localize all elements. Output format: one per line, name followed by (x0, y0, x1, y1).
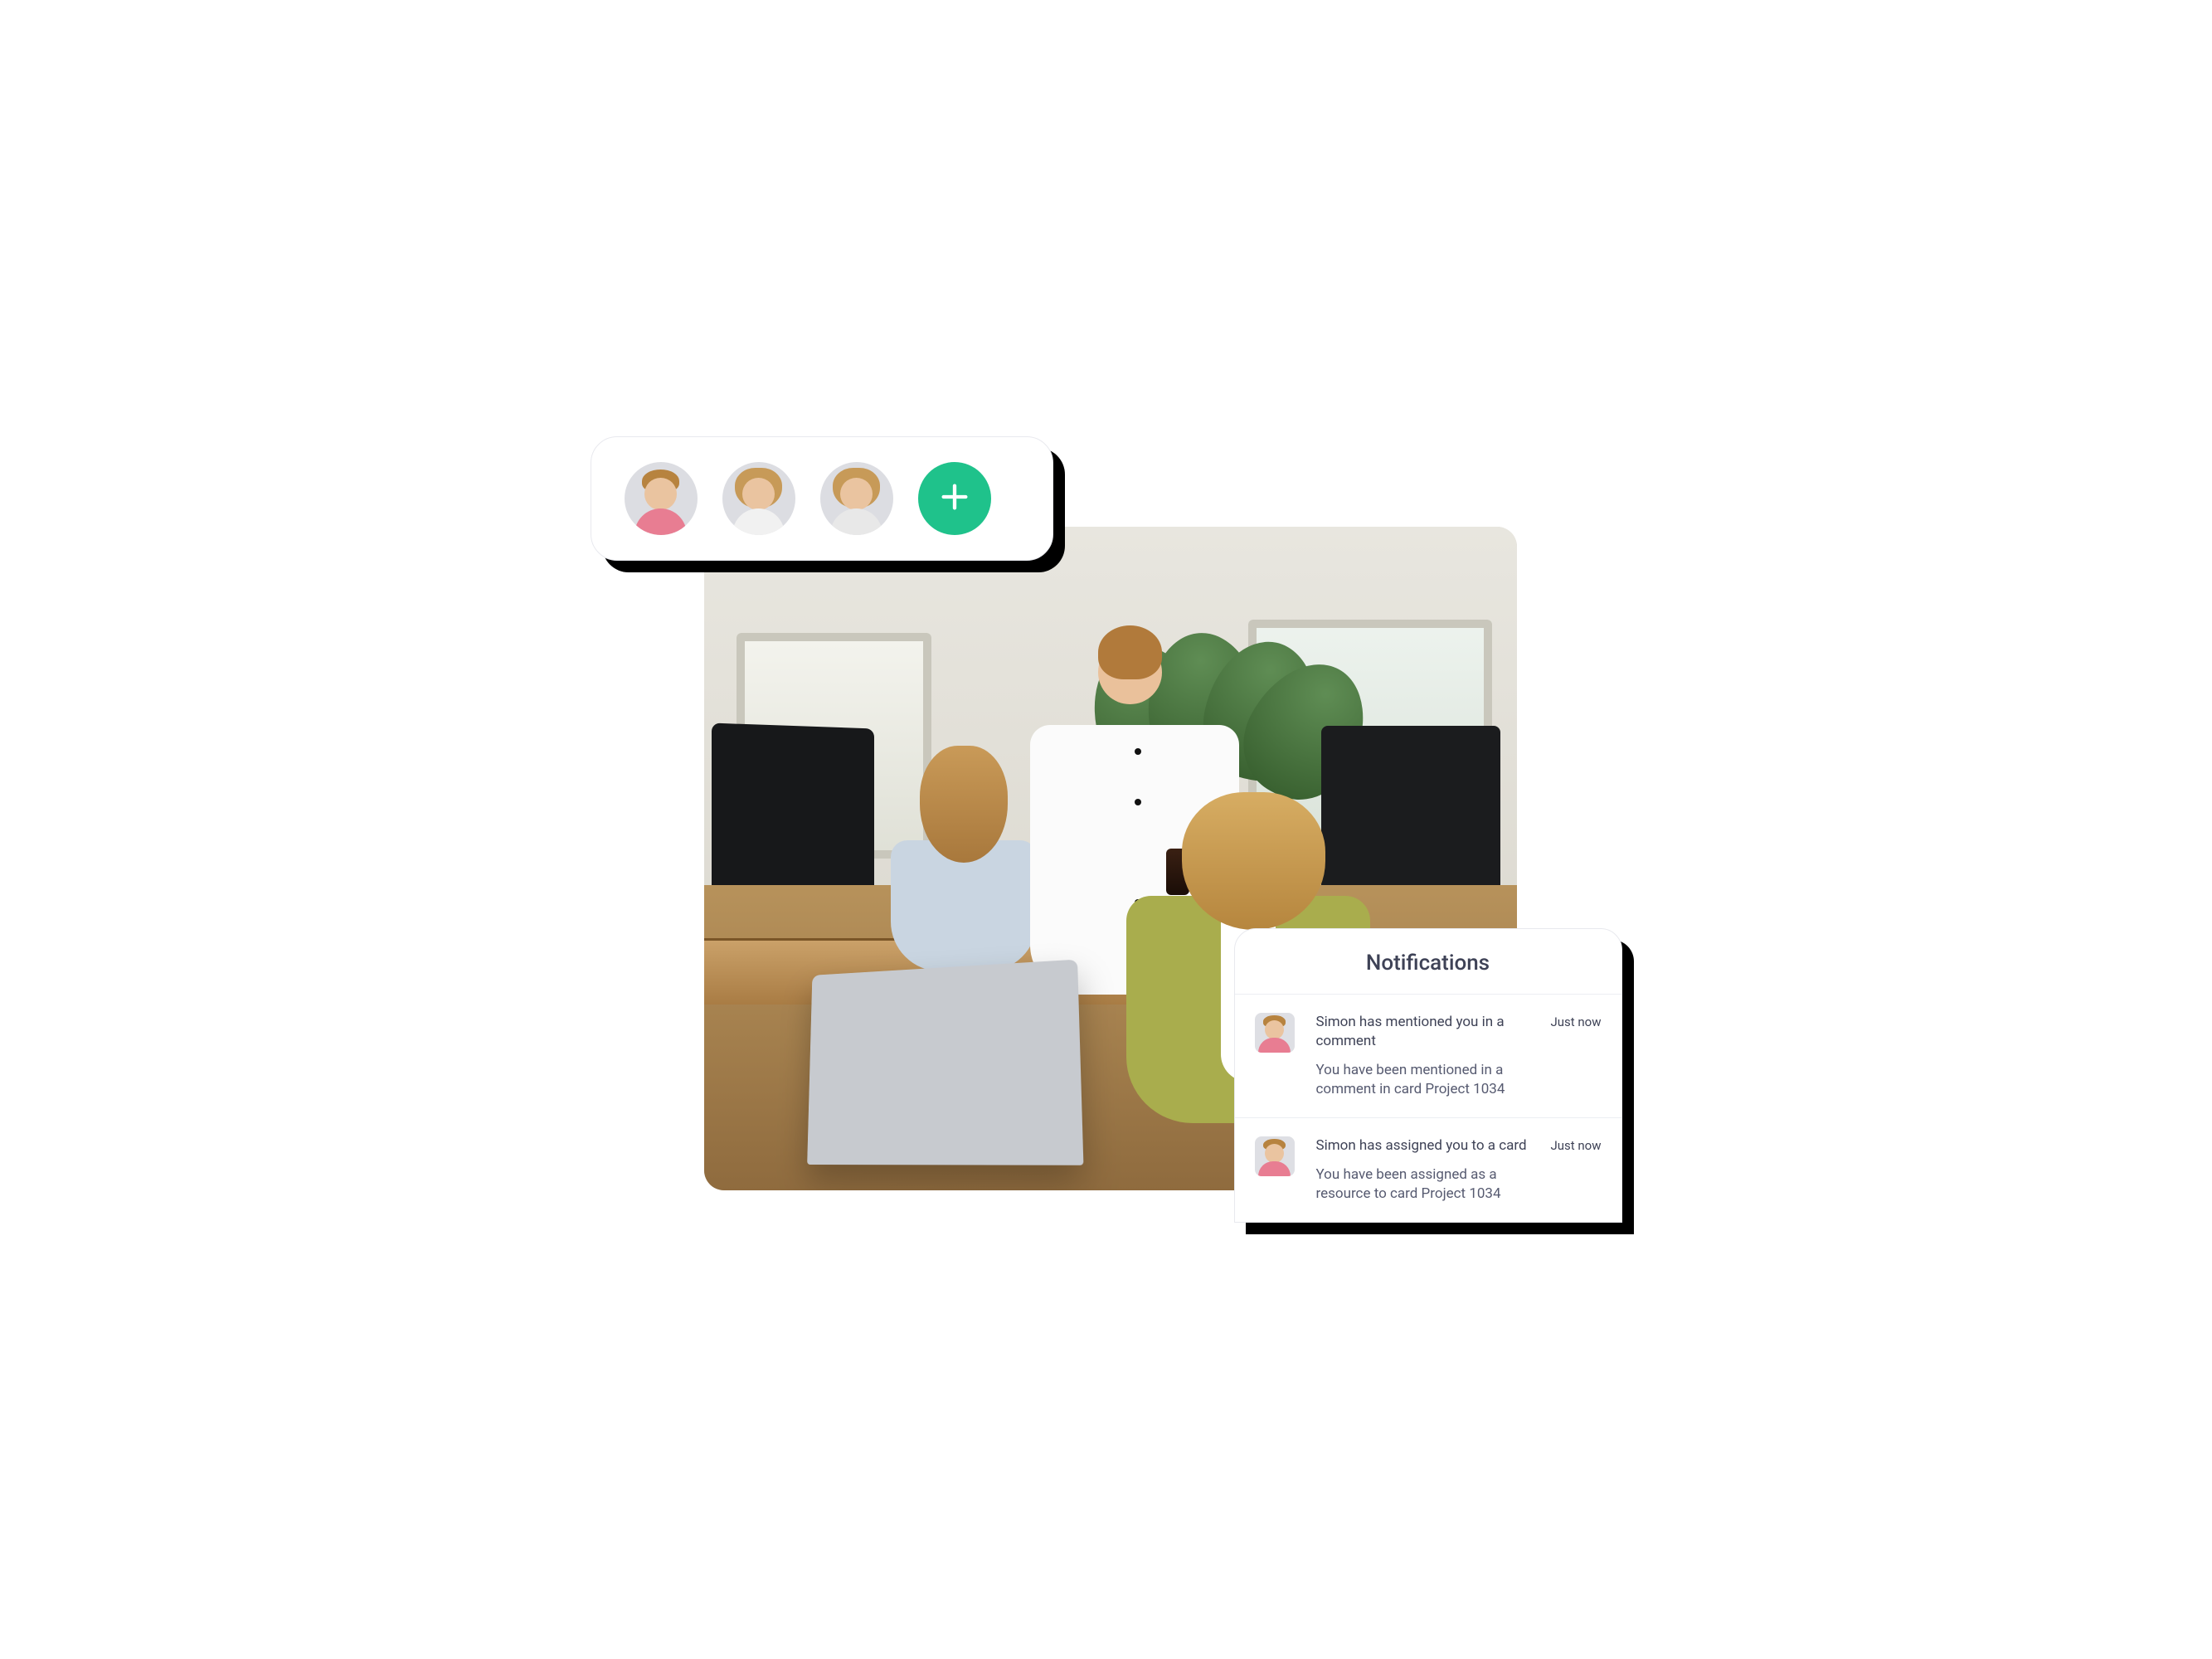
avatar-1[interactable] (625, 462, 698, 535)
plus-icon (938, 480, 971, 517)
notification-item[interactable]: Simon has mentioned you in a comment You… (1235, 995, 1621, 1118)
avatar (1255, 1136, 1295, 1176)
avatar-3[interactable] (820, 462, 893, 535)
notifications-panel: Notifications Simon has mentioned you in… (1234, 928, 1622, 1223)
notification-item[interactable]: Simon has assigned you to a card You hav… (1235, 1118, 1621, 1222)
avatar-2[interactable] (722, 462, 795, 535)
notifications-title: Notifications (1235, 929, 1621, 995)
add-member-button[interactable] (918, 462, 991, 535)
notification-body: You have been assigned as a resource to … (1316, 1165, 1536, 1204)
avatar-strip (591, 436, 1053, 561)
notification-body: You have been mentioned in a comment in … (1316, 1061, 1536, 1099)
notification-title: Simon has assigned you to a card (1316, 1136, 1536, 1155)
notification-title: Simon has mentioned you in a comment (1316, 1013, 1536, 1051)
notification-time: Just now (1550, 1136, 1601, 1204)
notification-time: Just now (1550, 1013, 1601, 1099)
avatar (1255, 1013, 1295, 1053)
